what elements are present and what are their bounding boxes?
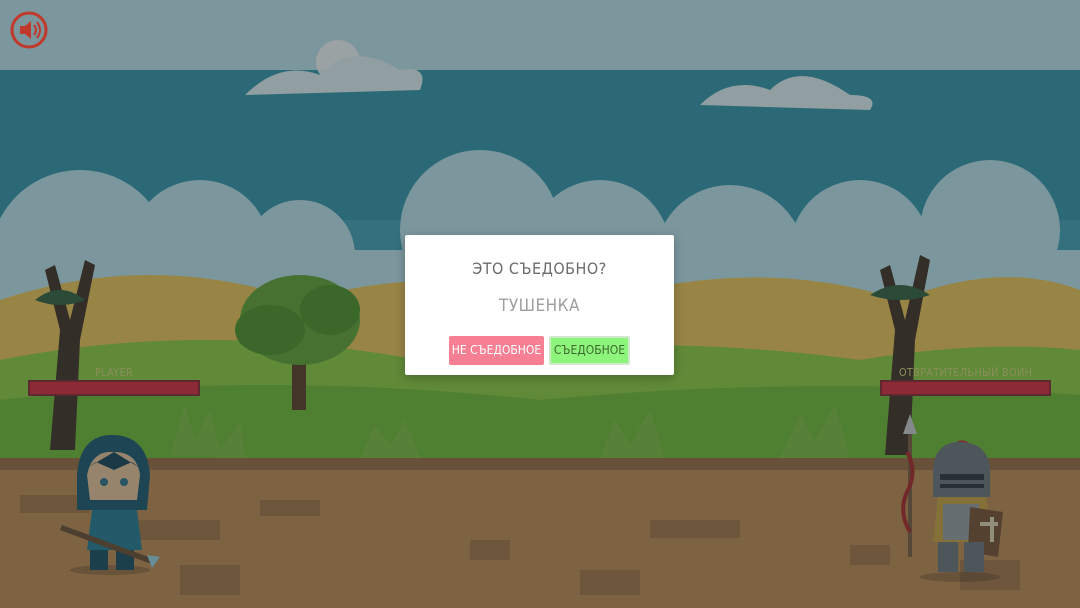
question-dialog: ЭТО СЪЕДОБНО? ТУШЕНКА НЕ СЪЕДОБНОЕ СЪЕДО… [405,235,674,375]
player-health-bar [28,380,200,396]
edible-button[interactable]: СЪЕДОБНОЕ [549,336,630,365]
enemy-health-fill [882,382,1049,394]
player-name-label: PLAYER [94,366,133,379]
dialog-title: ЭТО СЪЕДОБНО? [472,259,607,278]
player-health-fill [30,382,198,394]
speaker-icon[interactable] [10,11,48,49]
not-edible-button[interactable]: НЕ СЪЕДОБНОЕ [449,336,544,365]
enemy-health-bar [880,380,1051,396]
game-stage: PLAYER ОТВРАТИТЕЛЬНЫЙ ВОИН РИГНС ЭТО СЪЕ… [0,0,1080,608]
item-name: ТУШЕНКА [498,296,580,316]
